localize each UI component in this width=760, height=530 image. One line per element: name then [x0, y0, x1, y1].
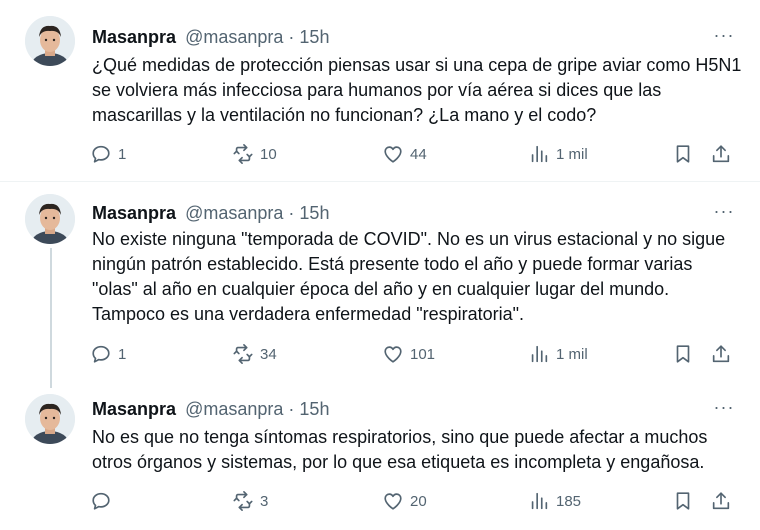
bookmark-icon	[676, 145, 690, 163]
author-name[interactable]: Masanpra	[92, 399, 176, 419]
tweet-header: Masanpra @masanpra · 15h	[92, 202, 329, 224]
retweet-button[interactable]: 34	[232, 341, 277, 367]
reply-count: 1	[118, 345, 127, 363]
bookmark-button[interactable]	[672, 341, 694, 367]
like-count: 44	[410, 145, 427, 163]
views-button[interactable]: 1 mil	[528, 341, 588, 367]
timestamp[interactable]: 15h	[299, 203, 329, 223]
avatar[interactable]	[25, 394, 75, 444]
share-icon	[712, 492, 730, 510]
retweet-icon	[233, 491, 253, 511]
share-button[interactable]	[710, 341, 732, 367]
author-name[interactable]: Masanpra	[92, 27, 176, 47]
share-button[interactable]	[710, 488, 732, 514]
more-options-icon[interactable]: ···	[712, 398, 736, 424]
tweet-text: No existe ninguna "temporada de COVID". …	[92, 229, 726, 324]
bookmark-button[interactable]	[672, 488, 694, 514]
author-handle[interactable]: @masanpra	[185, 27, 283, 47]
views-icon	[531, 345, 548, 363]
author-handle[interactable]: @masanpra	[185, 203, 283, 223]
tweet-text: No es que no tenga síntomas respiratorio…	[92, 427, 708, 472]
bookmark-icon	[676, 492, 690, 510]
timestamp[interactable]: 15h	[299, 27, 329, 47]
reply-button[interactable]	[90, 488, 118, 514]
timestamp[interactable]: 15h	[299, 399, 329, 419]
retweet-count: 34	[260, 345, 277, 363]
like-count: 101	[410, 345, 436, 363]
views-icon	[531, 492, 548, 510]
heart-icon	[384, 346, 402, 363]
tweet[interactable]: Masanpra @masanpra · 15h ··· ¿Qué medida…	[0, 0, 760, 182]
separator-dot: ·	[288, 203, 295, 223]
views-icon	[531, 145, 548, 163]
bookmark-icon	[676, 345, 690, 363]
avatar[interactable]	[25, 194, 75, 244]
avatar[interactable]	[25, 16, 75, 66]
share-icon	[712, 145, 730, 163]
views-button[interactable]: 1 mil	[528, 141, 588, 167]
reply-icon	[92, 492, 110, 510]
views-count: 1 mil	[556, 145, 588, 163]
retweet-icon	[233, 344, 253, 364]
reply-icon	[92, 345, 110, 363]
views-count: 1 mil	[556, 345, 588, 363]
like-button[interactable]: 101	[382, 341, 435, 367]
retweet-icon	[233, 144, 253, 164]
tweet[interactable]: Masanpra @masanpra · 15h ··· No es que n…	[0, 384, 760, 530]
views-count: 185	[556, 492, 582, 510]
like-count: 20	[410, 492, 427, 510]
share-icon	[712, 345, 730, 363]
tweet[interactable]: Masanpra @masanpra · 15h ··· No existe n…	[0, 182, 760, 384]
separator-dot: ·	[288, 399, 295, 419]
reply-icon	[92, 145, 110, 163]
separator-dot: ·	[288, 27, 295, 47]
reply-button[interactable]: 1	[90, 341, 126, 367]
tweet-actions: 1 34 101 1 mil	[0, 341, 760, 367]
retweet-button[interactable]: 3	[232, 488, 268, 514]
like-button[interactable]: 44	[382, 141, 427, 167]
author-name[interactable]: Masanpra	[92, 203, 176, 223]
reply-count: 1	[118, 145, 127, 163]
like-button[interactable]: 20	[382, 488, 427, 514]
share-button[interactable]	[710, 141, 732, 167]
more-options-icon[interactable]: ···	[712, 26, 736, 52]
heart-icon	[384, 146, 402, 163]
reply-button[interactable]: 1	[90, 141, 126, 167]
author-handle[interactable]: @masanpra	[185, 399, 283, 419]
retweet-count: 3	[260, 492, 269, 510]
retweet-count: 10	[260, 145, 277, 163]
views-button[interactable]: 185	[528, 488, 581, 514]
more-options-icon[interactable]: ···	[712, 202, 736, 228]
tweet-actions: 1 10 44 1 mil	[0, 141, 760, 167]
bookmark-button[interactable]	[672, 141, 694, 167]
tweet-actions: 3 20 185	[0, 488, 760, 514]
retweet-button[interactable]: 10	[232, 141, 277, 167]
tweet-header: Masanpra @masanpra · 15h	[92, 26, 329, 48]
heart-icon	[384, 493, 402, 510]
tweet-text: ¿Qué medidas de protección piensas usar …	[92, 55, 742, 125]
tweet-header: Masanpra @masanpra · 15h	[92, 398, 329, 420]
